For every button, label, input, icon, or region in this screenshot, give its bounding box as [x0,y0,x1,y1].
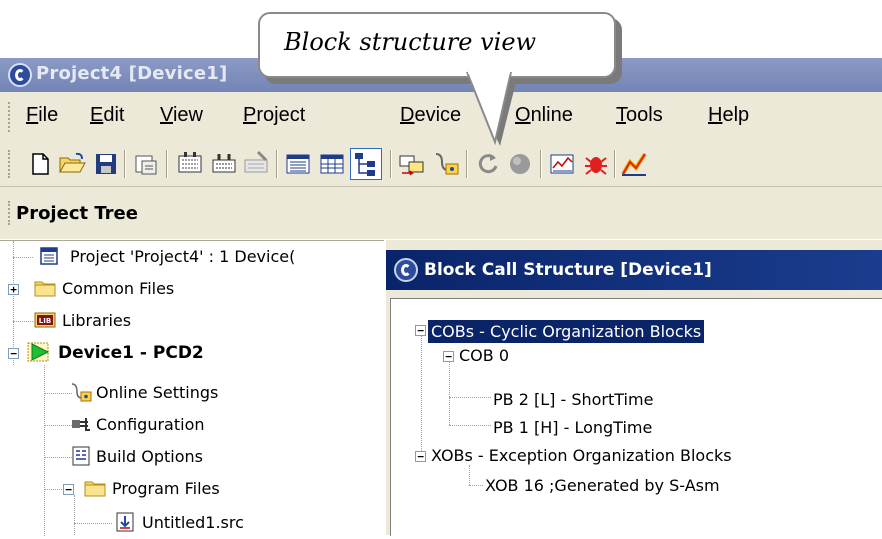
library-icon: LIB [34,312,56,328]
new-file-icon[interactable] [26,150,54,178]
menu-view[interactable]: View [160,104,203,127]
build-all-icon[interactable] [210,150,238,178]
build-icon[interactable] [176,150,204,178]
toolbar-separator [540,150,541,178]
tree-line [469,465,470,485]
window-title: Project4 [Device1] [36,63,228,84]
callout-pointer [466,70,516,146]
properties-icon[interactable] [132,150,160,178]
build-options-icon [72,446,90,466]
list-view-icon[interactable] [284,150,312,178]
toolbar-separator [276,150,277,178]
menu-tools[interactable]: Tools [616,104,663,127]
tree-line [44,489,64,490]
debug-icon[interactable] [582,150,610,178]
project-tree: Project 'Project4' : 1 Device( + Common … [0,240,384,536]
device-icon [27,342,50,362]
tree-line [74,523,112,524]
collapse-minus-icon[interactable]: − [415,325,426,336]
download-icon[interactable] [398,150,426,178]
folder-icon [84,481,106,497]
source-file-icon [116,512,134,532]
tree-line [469,485,483,486]
folder-icon [34,281,56,297]
expand-plus-icon[interactable]: + [8,284,19,295]
block-call-structure-title: Block Call Structure [Device1] [424,260,712,280]
watch-window-icon[interactable] [548,150,576,178]
menu-file[interactable]: File [26,104,58,127]
menu-grip[interactable] [8,102,13,132]
tree-line [449,425,491,426]
tree-line [421,329,422,457]
menu-edit[interactable]: Edit [90,104,124,127]
tree-line [44,425,72,426]
tree-line [44,393,72,394]
tree-line [44,365,45,536]
chart-icon[interactable] [620,150,648,178]
menu-help[interactable]: Help [708,104,749,127]
project-icon [40,247,58,265]
toolbar-separator [466,150,467,178]
toolbar-separator [124,150,125,178]
go-online-icon[interactable] [474,150,502,178]
app-icon [394,258,418,282]
toolbar-separator [166,150,167,178]
collapse-minus-icon[interactable]: − [63,484,74,495]
table-view-icon[interactable] [318,150,346,178]
toolbar-separator [390,150,391,178]
toolbar-separator [614,150,615,178]
tree-line [449,397,491,398]
block-call-structure-header[interactable]: Block Call Structure [Device1] [386,250,882,290]
project-tree-title: Project Tree [16,203,138,224]
configuration-icon [72,418,90,431]
block-structure-icon[interactable] [350,148,382,180]
collapse-minus-icon[interactable]: − [415,451,426,462]
save-icon[interactable] [92,150,120,178]
tree-line [44,457,72,458]
stop-icon[interactable] [506,150,534,178]
callout-bubble: Block structure view [258,12,616,78]
app-icon [8,63,32,87]
clean-icon[interactable] [242,150,270,178]
collapse-minus-icon[interactable]: − [8,348,19,359]
toolbar [0,142,882,186]
menu-project[interactable]: Project [243,104,305,127]
tree-line [74,495,75,535]
collapse-minus-icon[interactable]: − [443,351,454,362]
callout-text: Block structure view [284,28,537,56]
online-settings-icon[interactable] [432,150,460,178]
menu-bar: File Edit View Project Device Online Too… [0,92,882,142]
open-folder-icon[interactable] [58,150,86,178]
toolbar-grip[interactable] [8,150,13,178]
tree-line [13,257,33,258]
menu-device[interactable]: Device [400,104,461,127]
online-settings-icon [71,383,92,402]
panel-grip[interactable] [8,201,13,225]
tree-line [13,321,33,322]
svg-text:LIB: LIB [39,317,51,325]
block-call-tree: − COBs - Cyclic Organization Blocks − CO… [390,298,882,536]
block-call-structure-panel: Block Call Structure [Device1] − COBs - … [384,240,882,536]
project-tree-header: Project Tree [0,186,882,239]
